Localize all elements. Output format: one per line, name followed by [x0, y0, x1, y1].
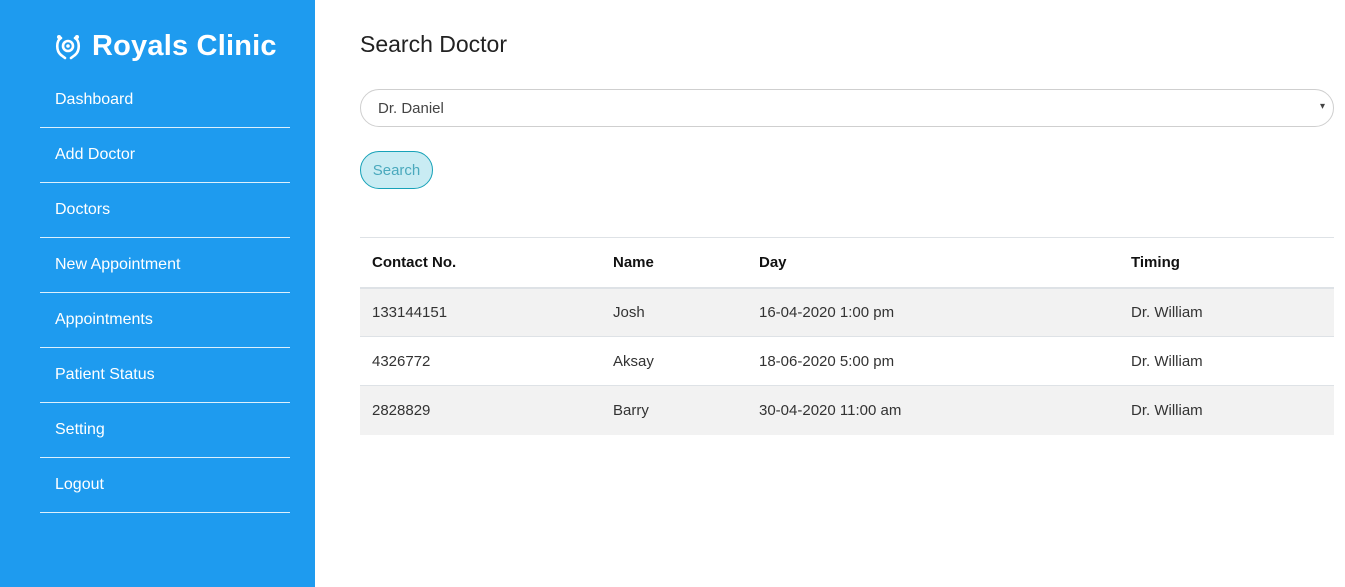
cell-name: Josh — [613, 303, 645, 321]
sidebar-item-new-appointment[interactable]: New Appointment — [40, 238, 290, 293]
brand[interactable]: Royals Clinic — [52, 30, 277, 63]
column-header-day: Day — [759, 253, 787, 271]
column-header-timing: Timing — [1131, 253, 1180, 271]
cell-name: Aksay — [613, 352, 654, 370]
cell-timing: Dr. William — [1131, 303, 1203, 321]
cell-name: Barry — [613, 401, 649, 419]
doctor-select-value: Dr. Daniel — [378, 99, 444, 117]
cell-contact: 133144151 — [372, 303, 448, 321]
table-row: 2828829 Barry 30-04-2020 11:00 am Dr. Wi… — [360, 385, 1334, 435]
sidebar-item-setting[interactable]: Setting — [40, 403, 290, 458]
cell-contact: 2828829 — [372, 401, 431, 419]
stethoscope-logo-icon — [55, 34, 81, 59]
sidebar-item-patient-status[interactable]: Patient Status — [40, 348, 290, 403]
sidebar-item-dashboard[interactable]: Dashboard — [40, 73, 290, 128]
sidebar-item-add-doctor[interactable]: Add Doctor — [40, 128, 290, 183]
table-row: 133144151 Josh 16-04-2020 1:00 pm Dr. Wi… — [360, 287, 1334, 337]
table-row: 4326772 Aksay 18-06-2020 5:00 pm Dr. Wil… — [360, 336, 1334, 386]
page-title: Search Doctor — [360, 31, 508, 57]
column-header-contact: Contact No. — [372, 253, 457, 271]
sidebar-item-doctors[interactable]: Doctors — [40, 183, 290, 238]
cell-day: 30-04-2020 11:00 am — [759, 401, 902, 419]
sidebar-item-appointments[interactable]: Appointments — [40, 293, 290, 348]
doctor-select[interactable]: Dr. Daniel ▾ — [360, 89, 1334, 127]
sidebar-item-logout[interactable]: Logout — [40, 458, 290, 513]
brand-name: Royals Clinic — [92, 30, 277, 62]
cell-timing: Dr. William — [1131, 401, 1203, 419]
cell-day: 16-04-2020 1:00 pm — [759, 303, 895, 321]
search-button[interactable]: Search — [360, 151, 433, 189]
cell-timing: Dr. William — [1131, 352, 1203, 370]
cell-contact: 4326772 — [372, 352, 431, 370]
chevron-down-icon: ▾ — [1319, 101, 1325, 112]
sidebar: Royals Clinic Dashboard Add Doctor Docto… — [0, 0, 315, 587]
cell-day: 18-06-2020 5:00 pm — [759, 352, 895, 370]
sidebar-nav: Dashboard Add Doctor Doctors New Appoint… — [40, 73, 290, 513]
appointments-table: Contact No. Name Day Timing 133144151 Jo… — [360, 237, 1334, 435]
column-header-name: Name — [613, 253, 654, 271]
table-header-row: Contact No. Name Day Timing — [360, 237, 1334, 288]
